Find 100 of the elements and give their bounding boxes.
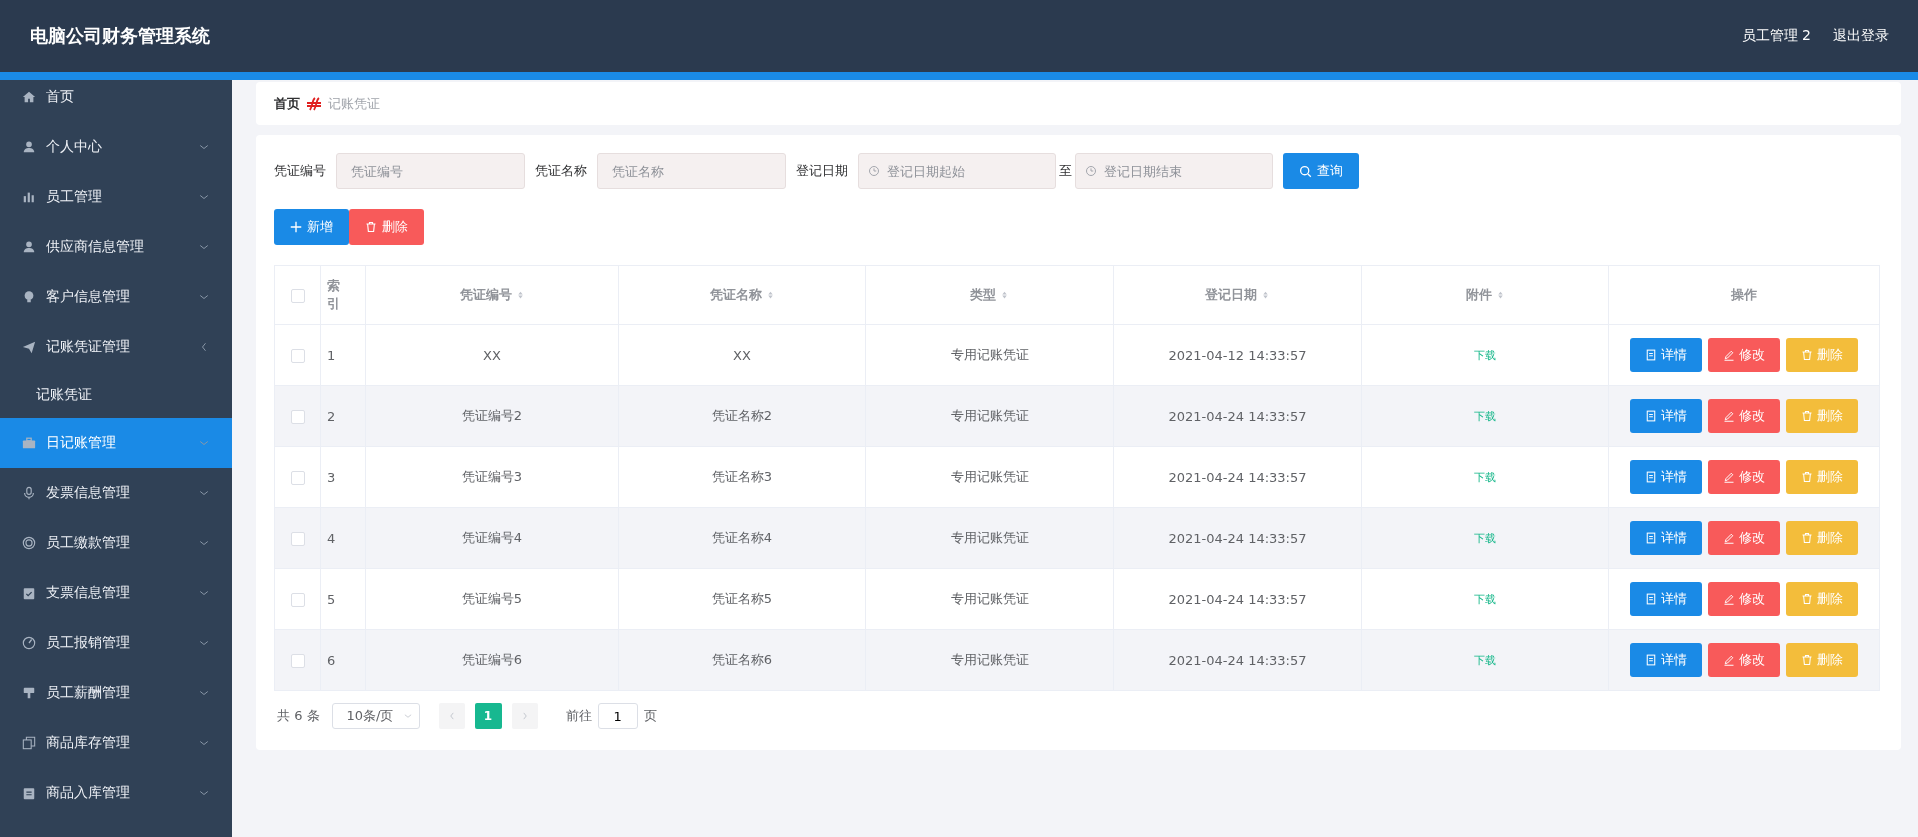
page-size-select[interactable]: 10条/页 (331, 703, 420, 729)
menu-item[interactable]: 员工薪酬管理 (0, 668, 232, 718)
goto-label: 前往 (565, 707, 592, 725)
bar-chart-icon (22, 190, 36, 204)
paper-plane-icon (22, 340, 36, 354)
table-cell: 专用记账凭证 (950, 530, 1029, 545)
edit-button[interactable]: 修改 (1708, 521, 1780, 555)
table-cell: 2021-04-24 14:33:57 (1168, 530, 1307, 546)
date-field[interactable]: 登记日期结束 (1075, 153, 1273, 189)
table-cell: XX (483, 347, 501, 363)
table-cell: 专用记账凭证 (950, 591, 1029, 606)
field-label: 登记日期 (796, 162, 848, 180)
home-icon (22, 90, 36, 104)
breadcrumb-item[interactable]: 记账凭证 (328, 94, 380, 113)
menu-item[interactable]: 员工缴款管理 (0, 518, 232, 568)
edit-button[interactable]: 修改 (1708, 338, 1780, 372)
menu-item[interactable]: 支票信息管理 (0, 568, 232, 618)
date-field[interactable]: 登记日期起始 (858, 153, 1056, 189)
trash-icon (1801, 532, 1813, 544)
column-header[interactable]: 凭证名称 (709, 286, 775, 304)
sort-icon (1000, 289, 1009, 301)
download-link[interactable]: 下载 (1474, 471, 1496, 484)
checkbox[interactable] (290, 653, 305, 668)
microphone-icon (22, 486, 36, 500)
breadcrumb-item[interactable]: 首页 (274, 94, 300, 113)
checkbox[interactable] (290, 531, 305, 546)
search-button[interactable]: 查询 (1283, 153, 1359, 189)
document-icon (1645, 410, 1657, 422)
download-link[interactable]: 下载 (1474, 410, 1496, 423)
menu-item[interactable]: 商品入库管理 (0, 768, 232, 818)
checkbox[interactable] (290, 348, 305, 363)
search-field[interactable]: 凭证名称 (597, 153, 786, 189)
download-link[interactable]: 下载 (1474, 532, 1496, 545)
edit-button[interactable]: 修改 (1708, 460, 1780, 494)
download-link[interactable]: 下载 (1474, 593, 1496, 606)
page-button[interactable]: 1 (474, 703, 502, 729)
checkbox[interactable] (290, 288, 305, 303)
details-button[interactable]: 详情 (1630, 643, 1702, 677)
document-icon (1645, 471, 1657, 483)
total-count: 共 6 条 (277, 707, 320, 725)
pencil-icon (1723, 593, 1735, 605)
edit-button[interactable]: 修改 (1708, 643, 1780, 677)
chevron-down-icon (402, 711, 413, 721)
stamp-icon (22, 686, 36, 700)
gauge-icon (22, 636, 36, 650)
table-cell: 2021-04-24 14:33:57 (1168, 408, 1307, 424)
page-input[interactable]: 1 (597, 703, 638, 729)
table-cell: 凭证名称4 (711, 530, 773, 545)
menu-item[interactable]: 客户信息管理 (0, 272, 232, 322)
details-button[interactable]: 详情 (1630, 399, 1702, 433)
menu-item[interactable]: 发票信息管理 (0, 468, 232, 518)
table-cell: 凭证名称2 (711, 408, 773, 423)
next-page-button[interactable] (511, 703, 538, 729)
download-link[interactable]: 下载 (1474, 654, 1496, 667)
trash-icon (1801, 349, 1813, 361)
menu-item[interactable]: 记账凭证管理 (0, 322, 232, 372)
range-separator: 至 (1059, 162, 1072, 180)
details-button[interactable]: 详情 (1630, 582, 1702, 616)
copy-icon (22, 736, 36, 750)
download-link[interactable]: 下载 (1474, 349, 1496, 362)
pencil-icon (1723, 471, 1735, 483)
prev-page-button[interactable] (438, 703, 465, 729)
menu-item[interactable]: 供应商信息管理 (0, 222, 232, 272)
table-cell: 2021-04-24 14:33:57 (1168, 591, 1307, 607)
menu-item[interactable]: 员工报销管理 (0, 618, 232, 668)
checkbox[interactable] (290, 409, 305, 424)
menu-item[interactable]: 个人中心 (0, 122, 232, 172)
document-icon (1645, 593, 1657, 605)
details-button[interactable]: 详情 (1630, 460, 1702, 494)
details-button[interactable]: 详情 (1630, 521, 1702, 555)
clock-icon (1085, 165, 1097, 177)
column-header[interactable]: 登记日期 (1205, 286, 1270, 304)
logout-link[interactable]: 退出登录 (1833, 27, 1889, 45)
edit-button[interactable]: 修改 (1708, 582, 1780, 616)
column-header[interactable]: 类型 (970, 286, 1009, 304)
details-button[interactable]: 详情 (1630, 338, 1702, 372)
pencil-icon (1723, 410, 1735, 422)
table-cell: 5 (327, 591, 336, 607)
table-cell: 凭证编号4 (461, 530, 523, 545)
column-header[interactable]: 凭证编号 (459, 286, 525, 304)
plus-icon (290, 221, 302, 233)
table-cell: 凭证名称5 (711, 591, 773, 606)
menu-item[interactable]: 日记账管理 (0, 418, 232, 468)
delete-button[interactable]: 删除 (349, 209, 424, 245)
menu-item[interactable]: 商品库存管理 (0, 718, 232, 768)
briefcase-icon (22, 436, 36, 450)
app-title: 电脑公司财务管理系统 (30, 24, 211, 48)
table-cell: 凭证名称3 (711, 469, 773, 484)
add-button[interactable]: 新增 (274, 209, 349, 245)
search-field[interactable]: 凭证编号 (336, 153, 525, 189)
menu-item[interactable]: 首页 (0, 80, 232, 122)
column-header[interactable]: 附件 (1465, 286, 1505, 304)
document-icon (1645, 532, 1657, 544)
submenu-item[interactable]: 记账凭证 (0, 372, 232, 418)
search-icon (1299, 164, 1312, 178)
checkbox[interactable] (290, 470, 305, 485)
menu-item[interactable]: 员工管理 (0, 172, 232, 222)
edit-button[interactable]: 修改 (1708, 399, 1780, 433)
checkbox[interactable] (290, 592, 305, 607)
table-cell: 专用记账凭证 (950, 408, 1029, 423)
